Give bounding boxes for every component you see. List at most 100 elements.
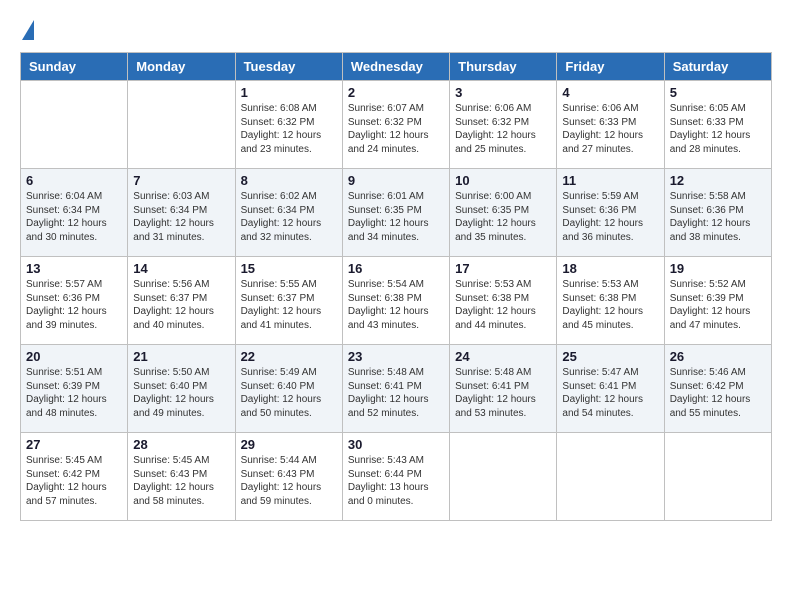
- calendar-day-cell: 27 Sunrise: 5:45 AMSunset: 6:42 PMDayligh…: [21, 433, 128, 521]
- calendar-day-cell: 26 Sunrise: 5:46 AMSunset: 6:42 PMDayligh…: [664, 345, 771, 433]
- calendar-day-cell: 10Sunrise: 6:00 AMSunset: 6:35 PMDayligh…: [450, 169, 557, 257]
- calendar-day-cell: [664, 433, 771, 521]
- calendar-day-cell: 9Sunrise: 6:01 AMSunset: 6:35 PMDaylight…: [342, 169, 449, 257]
- day-of-week-header: Wednesday: [342, 53, 449, 81]
- day-info: Sunrise: 5:43 AMSunset: 6:44 PMDaylight:…: [348, 454, 444, 508]
- day-info: Sunrise: 6:04 AMSunset: 6:34 PMDaylight:…: [26, 190, 122, 244]
- logo-triangle-icon: [22, 20, 34, 40]
- calendar-week-row: 27 Sunrise: 5:45 AMSunset: 6:42 PMDayligh…: [21, 433, 772, 521]
- calendar-day-cell: 14 Sunrise: 5:56 AMSunset: 6:37 PMDayligh…: [128, 257, 235, 345]
- day-info: Sunrise: 5:57 AMSunset: 6:36 PMDaylight:…: [26, 278, 122, 332]
- day-of-week-header: Saturday: [664, 53, 771, 81]
- day-number: 25: [562, 349, 658, 364]
- calendar-day-cell: 22Sunrise: 5:49 AMSunset: 6:40 PMDayligh…: [235, 345, 342, 433]
- day-number: 19: [670, 261, 766, 276]
- day-of-week-header: Monday: [128, 53, 235, 81]
- day-number: 8: [241, 173, 337, 188]
- calendar-day-cell: 12 Sunrise: 5:58 AMSunset: 6:36 PMDayligh…: [664, 169, 771, 257]
- day-info: Sunrise: 5:58 AMSunset: 6:36 PMDaylight:…: [670, 190, 766, 244]
- day-info: Sunrise: 5:55 AMSunset: 6:37 PMDaylight:…: [241, 278, 337, 332]
- logo: [20, 20, 38, 42]
- day-number: 1: [241, 85, 337, 100]
- day-number: 20: [26, 349, 122, 364]
- day-number: 4: [562, 85, 658, 100]
- calendar-day-cell: 1 Sunrise: 6:08 AMSunset: 6:32 PMDaylight…: [235, 81, 342, 169]
- day-info: Sunrise: 5:51 AMSunset: 6:39 PMDaylight:…: [26, 366, 122, 420]
- day-info: Sunrise: 5:48 AMSunset: 6:41 PMDaylight:…: [348, 366, 444, 420]
- calendar-day-cell: 25 Sunrise: 5:47 AMSunset: 6:41 PMDayligh…: [557, 345, 664, 433]
- calendar-day-cell: 17 Sunrise: 5:53 AMSunset: 6:38 PMDayligh…: [450, 257, 557, 345]
- calendar-day-cell: 15 Sunrise: 5:55 AMSunset: 6:37 PMDayligh…: [235, 257, 342, 345]
- day-number: 12: [670, 173, 766, 188]
- calendar-header-row: SundayMondayTuesdayWednesdayThursdayFrid…: [21, 53, 772, 81]
- day-number: 28: [133, 437, 229, 452]
- day-number: 26: [670, 349, 766, 364]
- day-info: Sunrise: 5:47 AMSunset: 6:41 PMDaylight:…: [562, 366, 658, 420]
- calendar-day-cell: 30 Sunrise: 5:43 AMSunset: 6:44 PMDayligh…: [342, 433, 449, 521]
- day-info: Sunrise: 6:08 AMSunset: 6:32 PMDaylight:…: [241, 102, 337, 156]
- day-number: 10: [455, 173, 551, 188]
- day-info: Sunrise: 6:03 AMSunset: 6:34 PMDaylight:…: [133, 190, 229, 244]
- day-number: 3: [455, 85, 551, 100]
- day-info: Sunrise: 6:05 AMSunset: 6:33 PMDaylight:…: [670, 102, 766, 156]
- day-info: Sunrise: 5:44 AMSunset: 6:43 PMDaylight:…: [241, 454, 337, 508]
- day-number: 18: [562, 261, 658, 276]
- calendar-day-cell: 29Sunrise: 5:44 AMSunset: 6:43 PMDayligh…: [235, 433, 342, 521]
- calendar-day-cell: [450, 433, 557, 521]
- day-info: Sunrise: 6:07 AMSunset: 6:32 PMDaylight:…: [348, 102, 444, 156]
- calendar-day-cell: [557, 433, 664, 521]
- day-info: Sunrise: 6:06 AMSunset: 6:32 PMDaylight:…: [455, 102, 551, 156]
- calendar-day-cell: 11Sunrise: 5:59 AMSunset: 6:36 PMDayligh…: [557, 169, 664, 257]
- day-of-week-header: Friday: [557, 53, 664, 81]
- calendar-day-cell: 20 Sunrise: 5:51 AMSunset: 6:39 PMDayligh…: [21, 345, 128, 433]
- day-number: 27: [26, 437, 122, 452]
- day-info: Sunrise: 5:45 AMSunset: 6:43 PMDaylight:…: [133, 454, 229, 508]
- calendar-day-cell: 6 Sunrise: 6:04 AMSunset: 6:34 PMDaylight…: [21, 169, 128, 257]
- day-number: 14: [133, 261, 229, 276]
- day-number: 11: [562, 173, 658, 188]
- day-number: 7: [133, 173, 229, 188]
- calendar-day-cell: 4 Sunrise: 6:06 AMSunset: 6:33 PMDaylight…: [557, 81, 664, 169]
- calendar-week-row: 20 Sunrise: 5:51 AMSunset: 6:39 PMDayligh…: [21, 345, 772, 433]
- day-number: 13: [26, 261, 122, 276]
- day-info: Sunrise: 6:02 AMSunset: 6:34 PMDaylight:…: [241, 190, 337, 244]
- day-number: 6: [26, 173, 122, 188]
- day-info: Sunrise: 5:53 AMSunset: 6:38 PMDaylight:…: [455, 278, 551, 332]
- calendar-day-cell: 16 Sunrise: 5:54 AMSunset: 6:38 PMDayligh…: [342, 257, 449, 345]
- calendar-day-cell: 23 Sunrise: 5:48 AMSunset: 6:41 PMDayligh…: [342, 345, 449, 433]
- calendar-day-cell: 18 Sunrise: 5:53 AMSunset: 6:38 PMDayligh…: [557, 257, 664, 345]
- calendar-day-cell: 21 Sunrise: 5:50 AMSunset: 6:40 PMDayligh…: [128, 345, 235, 433]
- calendar-day-cell: 5 Sunrise: 6:05 AMSunset: 6:33 PMDaylight…: [664, 81, 771, 169]
- calendar-table: SundayMondayTuesdayWednesdayThursdayFrid…: [20, 52, 772, 521]
- day-info: Sunrise: 5:54 AMSunset: 6:38 PMDaylight:…: [348, 278, 444, 332]
- day-number: 5: [670, 85, 766, 100]
- calendar-week-row: 13 Sunrise: 5:57 AMSunset: 6:36 PMDayligh…: [21, 257, 772, 345]
- day-number: 21: [133, 349, 229, 364]
- calendar-day-cell: 13 Sunrise: 5:57 AMSunset: 6:36 PMDayligh…: [21, 257, 128, 345]
- calendar-day-cell: 8 Sunrise: 6:02 AMSunset: 6:34 PMDaylight…: [235, 169, 342, 257]
- day-number: 30: [348, 437, 444, 452]
- day-number: 17: [455, 261, 551, 276]
- day-info: Sunrise: 5:52 AMSunset: 6:39 PMDaylight:…: [670, 278, 766, 332]
- calendar-day-cell: 3 Sunrise: 6:06 AMSunset: 6:32 PMDaylight…: [450, 81, 557, 169]
- day-of-week-header: Tuesday: [235, 53, 342, 81]
- calendar-week-row: 1 Sunrise: 6:08 AMSunset: 6:32 PMDaylight…: [21, 81, 772, 169]
- day-info: Sunrise: 5:45 AMSunset: 6:42 PMDaylight:…: [26, 454, 122, 508]
- day-info: Sunrise: 6:01 AMSunset: 6:35 PMDaylight:…: [348, 190, 444, 244]
- day-info: Sunrise: 5:56 AMSunset: 6:37 PMDaylight:…: [133, 278, 229, 332]
- day-info: Sunrise: 6:06 AMSunset: 6:33 PMDaylight:…: [562, 102, 658, 156]
- day-info: Sunrise: 5:46 AMSunset: 6:42 PMDaylight:…: [670, 366, 766, 420]
- day-number: 15: [241, 261, 337, 276]
- day-info: Sunrise: 5:48 AMSunset: 6:41 PMDaylight:…: [455, 366, 551, 420]
- day-of-week-header: Thursday: [450, 53, 557, 81]
- day-number: 24: [455, 349, 551, 364]
- day-of-week-header: Sunday: [21, 53, 128, 81]
- calendar-day-cell: 19 Sunrise: 5:52 AMSunset: 6:39 PMDayligh…: [664, 257, 771, 345]
- day-info: Sunrise: 5:53 AMSunset: 6:38 PMDaylight:…: [562, 278, 658, 332]
- page-header: [20, 20, 772, 42]
- day-number: 16: [348, 261, 444, 276]
- day-number: 23: [348, 349, 444, 364]
- calendar-week-row: 6 Sunrise: 6:04 AMSunset: 6:34 PMDaylight…: [21, 169, 772, 257]
- calendar-day-cell: [21, 81, 128, 169]
- day-info: Sunrise: 5:50 AMSunset: 6:40 PMDaylight:…: [133, 366, 229, 420]
